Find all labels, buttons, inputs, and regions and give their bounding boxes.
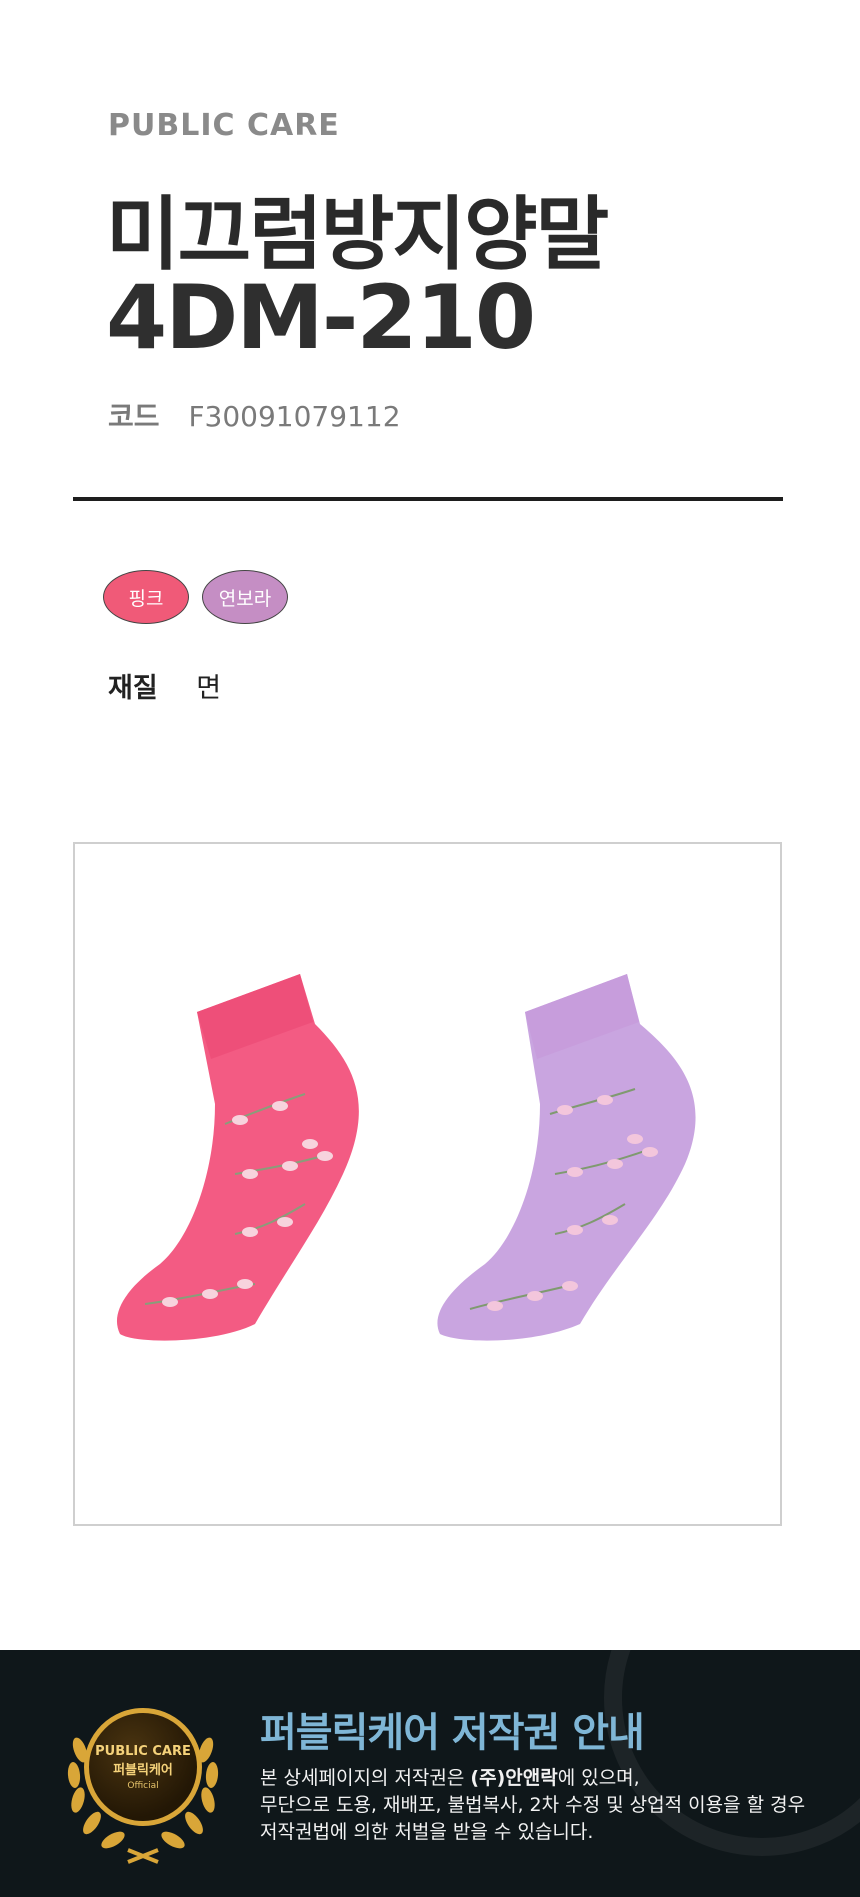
material-row: 재질 면 — [108, 666, 221, 705]
copyright-notice: 본 상세페이지의 저작권은 (주)안앤락에 있으며, 무단으로 도용, 재배포,… — [260, 1765, 840, 1846]
section-divider — [73, 497, 783, 501]
product-code-value: F30091079112 — [188, 400, 401, 433]
copyright-line-1-post: 에 있으며, — [557, 1767, 640, 1789]
copyright-title: 퍼블릭케어 저작권 안내 — [260, 1710, 645, 1756]
badge-brand-ko: 퍼블릭케어 — [113, 1762, 173, 1778]
copyright-owner: (주)안앤락 — [470, 1767, 558, 1789]
product-model: 4DM-210 — [106, 266, 536, 369]
copyright-line-2: 무단으로 도용, 재배포, 불법복사, 2차 수정 및 상업적 이용을 할 경우 — [260, 1794, 806, 1816]
material-label: 재질 — [108, 673, 158, 704]
badge-brand-en: PUBLIC CARE — [95, 1743, 191, 1759]
color-swatch-light-purple[interactable]: 연보라 — [202, 570, 288, 624]
product-photo — [73, 842, 782, 1526]
product-code-label: 코드 — [108, 400, 160, 433]
purple-sock-image — [437, 974, 696, 1341]
product-photo-socks — [116, 974, 696, 1341]
copyright-footer: PUBLIC CARE 퍼블릭케어 Official 퍼블릭케어 저작권 안내 … — [0, 1650, 860, 1897]
badge-medallion: PUBLIC CARE 퍼블릭케어 Official — [84, 1708, 202, 1826]
copyright-line-3: 저작권법에 의한 처벌을 받을 수 있습니다. — [260, 1821, 594, 1843]
badge-official: Official — [127, 1780, 159, 1791]
copyright-line-1-pre: 본 상세페이지의 저작권은 — [260, 1767, 471, 1789]
material-value: 면 — [196, 673, 222, 704]
pink-sock-image — [116, 974, 359, 1341]
color-swatch-pink[interactable]: 핑크 — [103, 570, 189, 624]
product-code-row: 코드 F30091079112 — [108, 395, 401, 435]
official-badge: PUBLIC CARE 퍼블릭케어 Official — [58, 1690, 228, 1865]
copyright-line-1: 본 상세페이지의 저작권은 (주)안앤락에 있으며, — [260, 1765, 840, 1792]
brand-logo: PUBLIC CARE — [108, 108, 340, 143]
